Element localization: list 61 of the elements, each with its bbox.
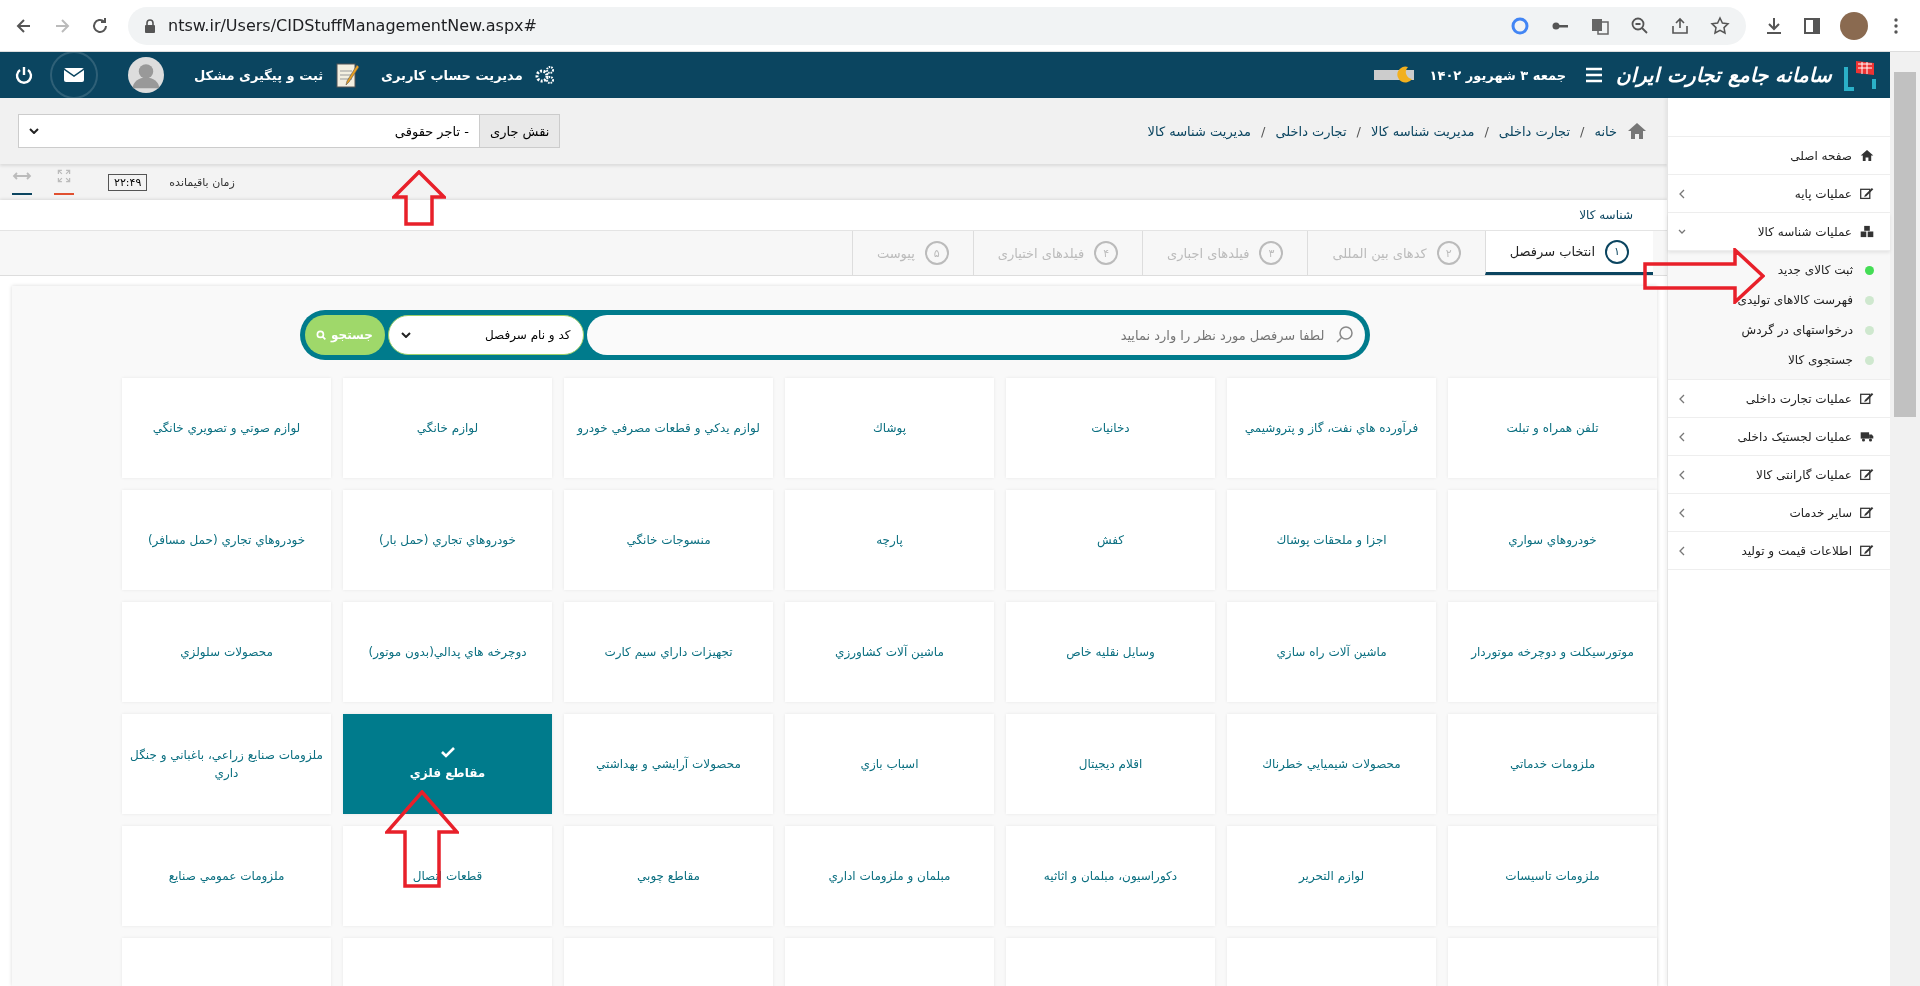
category-tile[interactable]: ملزومات تاسيسات xyxy=(1448,826,1657,926)
breadcrumb-link[interactable]: تجارت داخلی xyxy=(1498,123,1570,139)
category-tile[interactable]: اقلام ديجيتال xyxy=(1006,714,1215,814)
site-logo-text[interactable]: سامانه جامع تجارت ایران xyxy=(1616,63,1832,87)
category-tile[interactable]: خودروهاي سواري xyxy=(1448,490,1657,590)
category-tile[interactable]: لوازم صوتي و تصويري خانگي xyxy=(122,378,331,478)
category-tile[interactable]: فرآورده هاي نفت، گاز و پتروشيمي xyxy=(1227,378,1436,478)
category-tile[interactable]: منسوجات خانگي xyxy=(564,490,773,590)
account-management-link[interactable]: مدیریت حساب کاربری xyxy=(381,67,523,83)
breadcrumb-link[interactable]: مدیریت شناسه کالا xyxy=(1371,123,1475,139)
category-tile[interactable]: خودروهاي تجاري (حمل مسافر) xyxy=(122,490,331,590)
category-tile[interactable]: خودروهاي تجاري (حمل بار) xyxy=(343,490,552,590)
wizard-step-tab[interactable]: ١ انتخاب سرفصل xyxy=(1484,231,1653,275)
category-tile[interactable]: اسباب بازي xyxy=(785,714,994,814)
breadcrumb-separator: / xyxy=(1356,123,1361,139)
category-tile[interactable]: تلفن همراه و تبلت xyxy=(1448,378,1657,478)
breadcrumb-separator: / xyxy=(1580,123,1585,139)
category-tile[interactable]: مبلمان و ملزومات اداري xyxy=(785,826,994,926)
category-tile[interactable]: محصولات شيميايي خطرناك xyxy=(1227,714,1436,814)
submenu-item[interactable]: ثبت کالای جدید xyxy=(1668,255,1890,285)
role-label: نقش جاری xyxy=(480,114,561,148)
category-tile[interactable]: دكوراسيون، مبلمان و اثاثيه xyxy=(1006,826,1215,926)
category-tile[interactable]: لوازم التحرير xyxy=(1227,826,1436,926)
category-tile[interactable]: لوازم خانگي xyxy=(343,378,552,478)
category-tile[interactable]: پارچه xyxy=(785,490,994,590)
breadcrumb-separator: / xyxy=(1261,123,1266,139)
breadcrumb-link[interactable]: مدیریت شناسه کالا xyxy=(1147,123,1251,139)
breadcrumb-link[interactable]: تجارت داخلی xyxy=(1275,123,1347,139)
submenu-item[interactable]: درخواستهای در گردش xyxy=(1668,315,1890,345)
category-tile[interactable]: مقاطع فلزي xyxy=(343,714,552,814)
category-tile[interactable]: ملزومات خدماتي xyxy=(1448,714,1657,814)
search-field[interactable]: لطفا سرفصل مورد نظر را وارد نمایید xyxy=(586,315,1365,355)
category-tile[interactable]: وسايل نقليه خاص xyxy=(1006,602,1215,702)
category-tile[interactable]: اجزا و ملحقات پوشاك xyxy=(1227,490,1436,590)
category-tile[interactable]: ملزومات صنايع زراعي، باغباني و جنگل داري xyxy=(122,714,331,814)
submenu-item[interactable]: فهرست کالاهای تولیدی xyxy=(1668,285,1890,315)
category-tile[interactable]: محصولات سلولزي xyxy=(122,602,331,702)
role-select[interactable]: تاجر حقوقی - xyxy=(18,114,480,148)
category-tile[interactable]: دخانيات xyxy=(1006,378,1215,478)
breadcrumb-link[interactable]: خانه xyxy=(1594,123,1617,139)
report-problem-link[interactable]: ثبت و پیگیری مشکل xyxy=(194,67,324,83)
category-tile[interactable]: كفش xyxy=(1006,490,1215,590)
remaining-time: ۲۲:۴۹ xyxy=(108,173,148,191)
remaining-time-label: زمان باقیمانده xyxy=(169,175,235,189)
url-text: ntsw.ir/Users/CIDStuffManagementNew.aspx# xyxy=(168,16,538,35)
category-tile[interactable]: تجهيزات داراي سيم كارت xyxy=(564,602,773,702)
category-tile[interactable]: پوشاك xyxy=(785,378,994,478)
category-tile[interactable]: ماشين آلات كشاورزي xyxy=(785,602,994,702)
breadcrumb-separator: / xyxy=(1484,123,1489,139)
category-tile[interactable]: محصولات آرايشي و بهداشتي xyxy=(564,714,773,814)
filter-select[interactable]: کد و نام سرفصل xyxy=(387,315,584,355)
address-bar[interactable]: ntsw.ir/Users/CIDStuffManagementNew.aspx# xyxy=(128,6,1746,45)
current-date: جمعه ۳ شهریور ۱۴۰۲ xyxy=(1429,67,1567,83)
submenu-item[interactable]: جستجوی کالا xyxy=(1668,345,1890,375)
category-tile[interactable]: ماشين آلات راه سازي xyxy=(1227,602,1436,702)
category-tile[interactable]: ملزومات عمومي صنايع xyxy=(122,826,331,926)
category-tile[interactable]: مقاطع چوبي xyxy=(564,826,773,926)
category-tile[interactable]: موتورسيكلت و دوچرخه موتوردار xyxy=(1448,602,1657,702)
panel-title: شناسه کالا xyxy=(1579,208,1633,222)
category-tile[interactable]: دوچرخه هاي پدالي(بدون موتور) xyxy=(343,602,552,702)
category-tile[interactable]: لوازم يدكي و قطعات مصرفي خودرو xyxy=(564,378,773,478)
